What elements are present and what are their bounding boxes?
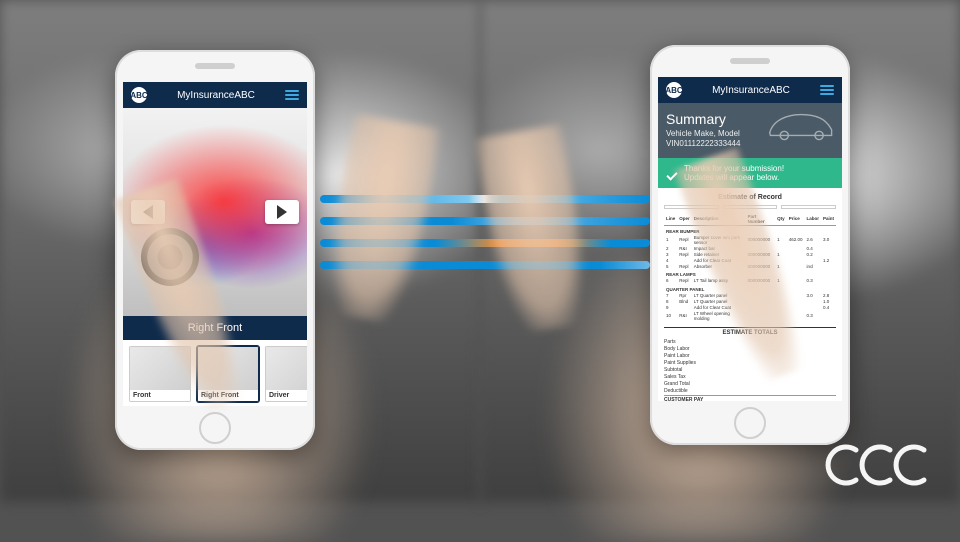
cell: Repl [677,234,692,245]
home-button-icon[interactable] [734,407,766,439]
thumbnail-image [266,347,307,390]
cell: 10 [664,310,677,321]
cell [821,310,836,321]
totals-label: Body Labor [664,346,690,352]
col-paint: Paint [821,213,836,226]
phone-bezel [650,45,850,77]
thumbnail-label: Driver [266,390,307,401]
totals-label: Paint Supplies [664,360,696,366]
totals-row: Deductible [664,387,836,394]
home-button-icon[interactable] [199,412,231,444]
cell: 0.3 [804,310,821,321]
totals-label: Subtotal [664,367,682,373]
phone-speaker [195,63,235,69]
menu-icon[interactable] [285,90,299,100]
car-outline-icon [766,109,836,141]
app-header: ABC MyInsuranceABC [123,82,307,108]
ccc-logo [822,442,942,488]
col-line: Line [664,213,677,226]
cell: 3.0 [821,234,836,245]
phone-bezel [115,50,315,82]
thumbnail-driver[interactable]: Driver [265,346,307,402]
col-qty: Qty [775,213,787,226]
meta-cell [781,205,836,209]
col-price: Price [787,213,805,226]
cell: 1 [775,234,787,245]
thumbnail-label: Front [130,390,190,401]
totals-label: Parts [664,339,676,345]
totals-label: Paint Labor [664,353,690,359]
next-angle-button[interactable] [265,200,299,224]
right-panel: ABC MyInsuranceABC Summary Vehicle Make,… [480,0,960,502]
left-panel: ABC MyInsuranceABC Right Front Front [0,0,480,502]
totals-label: Sales Tax [664,374,686,380]
cell: 462.00 [787,234,805,245]
phone-speaker [730,58,770,64]
summary-header: Summary Vehicle Make, Model VIN011122223… [658,103,842,158]
app-header: ABC MyInsuranceABC [658,77,842,103]
totals-row: CUSTOMER PAY [664,395,836,401]
app-title: MyInsuranceABC [177,90,255,101]
col-labor: Labor [804,213,821,226]
cell: 2.6 [804,234,821,245]
cell: 1 [664,234,677,245]
totals-label: Grand Total [664,381,690,387]
totals-label: Deductible [664,388,688,394]
menu-icon[interactable] [820,85,834,95]
cell: R&I [677,310,692,321]
totals-label: CUSTOMER PAY [664,397,703,401]
app-badge-icon[interactable]: ABC [666,82,682,98]
app-badge-icon[interactable]: ABC [131,87,147,103]
app-title: MyInsuranceABC [712,85,790,96]
